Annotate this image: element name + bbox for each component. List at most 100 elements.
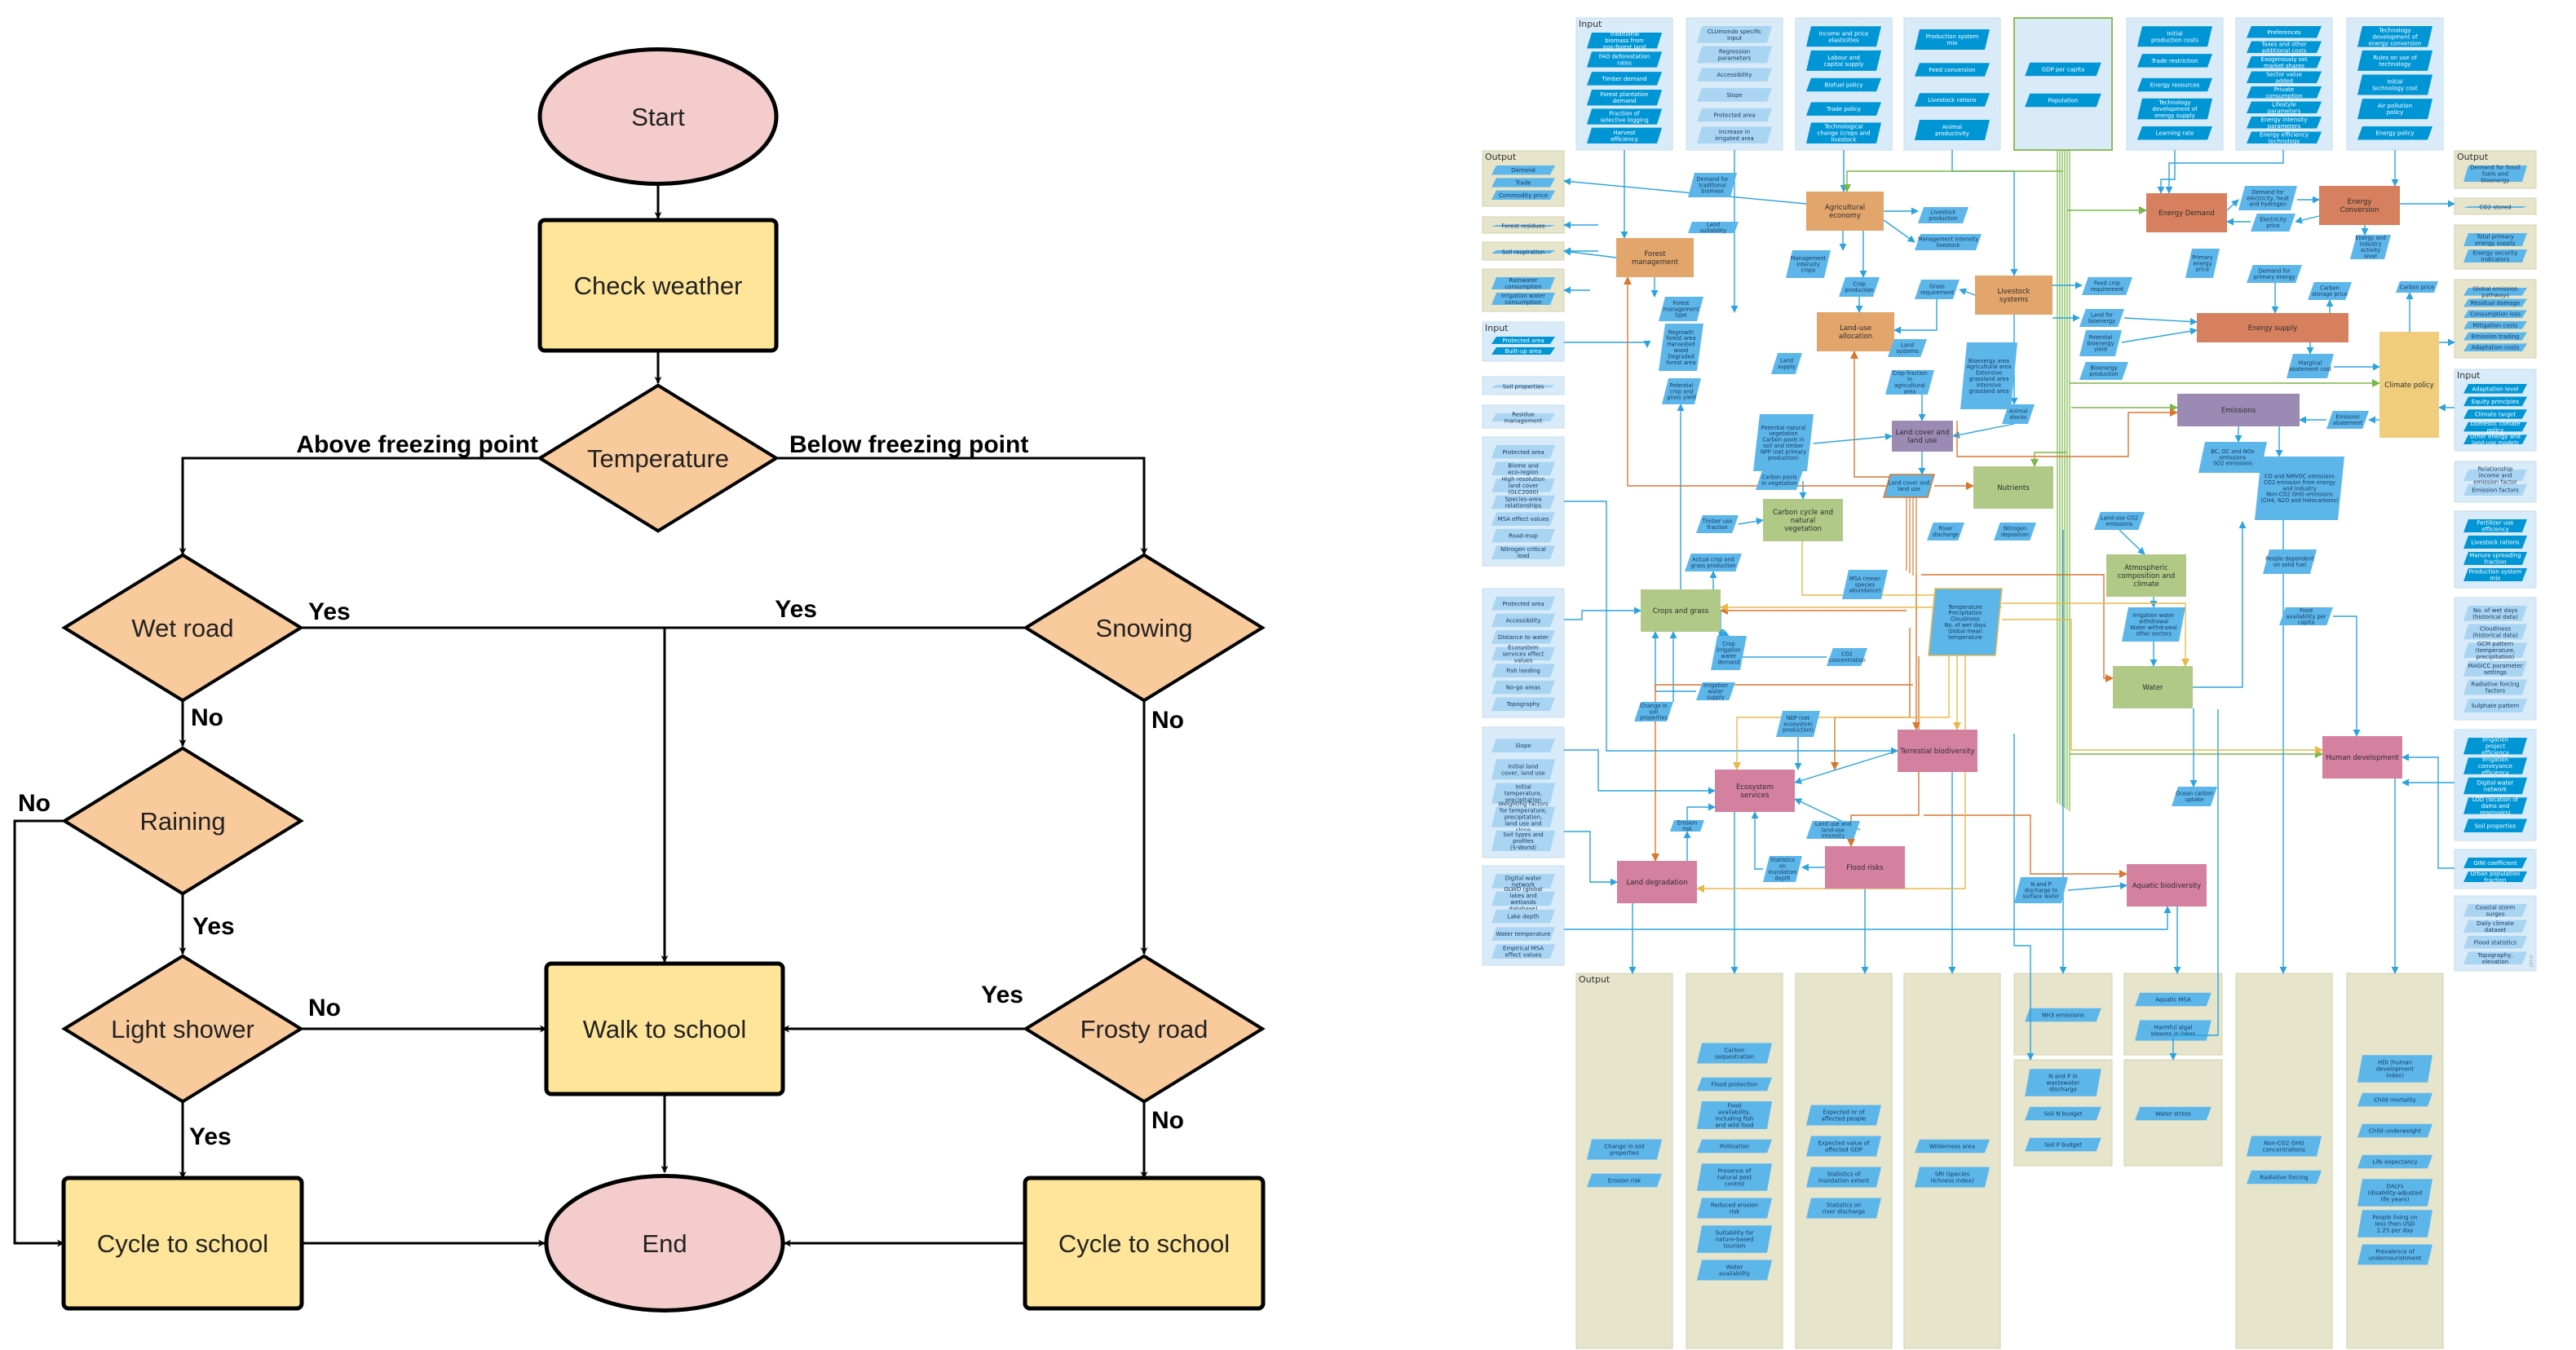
parameter-label: Emission factors bbox=[2472, 488, 2519, 494]
parameter-traditional-biomass-from-non-forest-land: Traditional biomass from non-forest land bbox=[1586, 31, 1663, 51]
parameter-other-energy-and-land-use-models: Other energy and land-use models bbox=[2463, 434, 2527, 447]
parameter-adaptation-level: Adaptation level bbox=[2463, 384, 2527, 394]
parameter-label: Rainwater consumption bbox=[1505, 277, 1541, 290]
parameter-msa-effect-values: MSA effect values bbox=[1491, 512, 1555, 526]
parameter-label: Protected area bbox=[1502, 449, 1544, 456]
flowchart-edge-temperature-to-snowing bbox=[776, 457, 1148, 555]
parameter-label: Livestock rations bbox=[1928, 97, 1977, 104]
flow-arrow bbox=[1801, 541, 2002, 596]
parameter-label: Sulphate pattern bbox=[2472, 703, 2520, 709]
flow-arrow bbox=[1564, 340, 1651, 348]
output-panel: HDI (human development index) Child mortali… bbox=[2346, 973, 2444, 1349]
parameter-irrigation-water-consumption: Irrigation water consumption bbox=[1491, 293, 1555, 306]
variable-carbon-storage-price: Carbon storage price bbox=[2308, 282, 2352, 300]
edge-label: Yes bbox=[308, 598, 351, 625]
module-land-cover-land-use: Land cover and land use bbox=[1892, 421, 1953, 452]
variable-timber-use-fraction: Timber use fraction bbox=[1696, 515, 1739, 533]
parameter-expected-value-of-affected-gdp: Expected value of affected GDP bbox=[1805, 1136, 1882, 1157]
variable-nitrogen-deposition: Nitrogen deposition bbox=[1994, 523, 2036, 540]
parameter-label: Child underweight bbox=[2369, 1128, 2421, 1135]
parameter-trade-policy: Trade policy bbox=[1805, 102, 1882, 116]
variable-label: Irrigation water withdrawal Water withdraw… bbox=[2130, 612, 2177, 637]
node-label: Snowing bbox=[1096, 614, 1193, 642]
module-terrestrial-biodiversity: Terrestial biodiversity bbox=[1898, 730, 1977, 772]
output-panel: Output Demand Trade Commodity price bbox=[1482, 150, 1565, 207]
variable-potential-natural-vegetation: Potential natural vegetation Carbon pools … bbox=[1753, 414, 1814, 471]
variable-n-p-discharge: N and Pdischarge to surface water bbox=[2014, 877, 2068, 903]
watermark: pbl.nl bbox=[2530, 955, 2534, 967]
parameter-rainwater-consumption: Rainwater consumption bbox=[1491, 277, 1555, 290]
parameter-labour-and-capital-supply: Labour and capital supply bbox=[1805, 50, 1882, 71]
parameter-presence-of-natural-pest-control: Presence of natural pest control bbox=[1696, 1163, 1773, 1191]
module-energy-conversion: Energy Conversion bbox=[2319, 186, 2400, 225]
module-label: Crops and grass bbox=[1653, 607, 1709, 615]
module-label: Human development bbox=[2326, 754, 2399, 762]
school-commute-flowchart: Start Check weather Temperature Wet road Sno… bbox=[13, 47, 1266, 1312]
parameter-species-area-relationships: Species-area relationships bbox=[1491, 495, 1555, 510]
parameter-radiative-forcing: Radiative forcing bbox=[2246, 1170, 2322, 1185]
variable-land-suitability: Land suitability bbox=[1688, 222, 1739, 234]
flow-arrow bbox=[1738, 517, 1764, 525]
parameter-label: Built-up area bbox=[1505, 348, 1541, 355]
module-label: Aquatic biodiversity bbox=[2132, 882, 2201, 890]
input-panel: Input Traditional biomass from non-forest l… bbox=[1575, 17, 1673, 151]
parameter-label: Forest residues bbox=[1501, 223, 1545, 230]
module-energy-demand: Energy Demand bbox=[2146, 193, 2227, 232]
variable-label: Land-use CO2 emissions bbox=[2101, 515, 2138, 527]
output-panel: Output Change in soil properties Erosion ri… bbox=[1575, 973, 1673, 1349]
parameter-fraction-of-selective-logging: Fraction of selective logging bbox=[1586, 108, 1663, 125]
variable-co2-concentration: CO2 concentration bbox=[1827, 648, 1867, 666]
variable-potential-crop-yield: Potential crop and grass yield bbox=[1662, 378, 1701, 404]
parameter-fertilizer-use-efficiency: Fertilizer use efficiency bbox=[2463, 519, 2527, 533]
parameter-flood-statistics: Flood statistics bbox=[2463, 936, 2527, 949]
parameter-flood-protection: Flood protection bbox=[1696, 1077, 1773, 1092]
flow-arrow bbox=[1564, 501, 1898, 755]
input-panel: GDP per capita Population bbox=[2013, 17, 2113, 151]
parameter-timber-demand: Timber demand bbox=[1586, 72, 1663, 86]
variable-carbon-pools-vegetation: Carbon pools in vegetation bbox=[1756, 470, 1803, 490]
parameter-label: Change in soil properties bbox=[1604, 1144, 1645, 1157]
variable-bioenergy-area: Bioenergy area Agricultural area Extensive… bbox=[1960, 342, 2017, 409]
parameter-label: Increase in irrigated area bbox=[1715, 129, 1754, 142]
parameter-label: Species-area relationships bbox=[1505, 496, 1541, 510]
parameter-label: Other energy and land-use models bbox=[2470, 434, 2521, 447]
parameter-label: Road-map bbox=[1509, 533, 1538, 540]
parameter-label: Labour and capital supply bbox=[1824, 55, 1864, 68]
module-land-degradation: Land degradation bbox=[1617, 861, 1697, 903]
variable-emission-abatement: Emission abatement bbox=[2326, 411, 2369, 429]
variable-label: Bioenergy production bbox=[2089, 365, 2118, 377]
module-flood-risks: Flood risks bbox=[1825, 846, 1905, 889]
edge-label: Yes bbox=[192, 913, 235, 940]
parameter-label: Soil P budget bbox=[2044, 1142, 2082, 1149]
parameter-private-consumption: Private consumption bbox=[2246, 86, 2322, 99]
input-panel: Income and price elasticities Labour and ca… bbox=[1795, 17, 1893, 151]
flowchart-node-snowing: Snowing bbox=[1023, 553, 1266, 703]
parameter-air-pollution-policy: Air pollution policy bbox=[2357, 99, 2433, 120]
variable-demand-electricity: Demand for electricity, heat and hydrogen bbox=[2238, 186, 2297, 210]
parameter-label: Biofuel policy bbox=[1824, 82, 1862, 89]
variable-climate-vars: Temperature Precipitation Cloudiness No. of… bbox=[1928, 588, 2003, 656]
output-panel: Output Demand for fossil fuels and bioenerg… bbox=[2454, 150, 2537, 189]
parameter-initial-land-cover-land-use: Initial land cover, land use bbox=[1491, 759, 1555, 780]
variable-irrigation-supply: Irrigation water supply bbox=[1696, 682, 1735, 701]
parameter-taxes-and-other-additional-costs: Taxes and other additional costs bbox=[2246, 41, 2322, 54]
parameter-label: Exogenously set market shares bbox=[2260, 56, 2307, 69]
panel-title: Input bbox=[2457, 370, 2481, 381]
flowchart-node-end: End bbox=[544, 1174, 785, 1312]
parameter-label: Protected area bbox=[1502, 338, 1544, 344]
parameter-emission-factors: Emission factors bbox=[2463, 484, 2527, 496]
parameter-technology-development-of-energy-conversion: Technology development of energy conversio… bbox=[2357, 26, 2433, 47]
parameter-learning-rate: Learning rate bbox=[2136, 126, 2213, 140]
variable-demand-traditional-biomass: Demand for traditional biomass bbox=[1688, 173, 1737, 197]
output-panel: Total primary energy supply Energy securit… bbox=[2454, 224, 2537, 270]
parameter-label: Soil properties bbox=[1503, 384, 1544, 390]
input-panel: No. of wet days (historical data) Cloudine… bbox=[2454, 597, 2537, 721]
output-panel-bg bbox=[1903, 973, 2001, 1349]
variable-primary-energy-price: Primary energy price bbox=[2185, 249, 2220, 278]
module-label: Energy Demand bbox=[2158, 210, 2215, 218]
flowchart-node-walk-to-school: Walk to school bbox=[544, 961, 785, 1096]
parameter-change-in-soil-properties: Change in soil properties bbox=[1586, 1139, 1663, 1160]
module-crops-and-grass: Crops and grass bbox=[1641, 589, 1721, 632]
flow-arrow bbox=[1720, 629, 1730, 637]
output-panel: Soil respiration bbox=[1482, 241, 1565, 261]
